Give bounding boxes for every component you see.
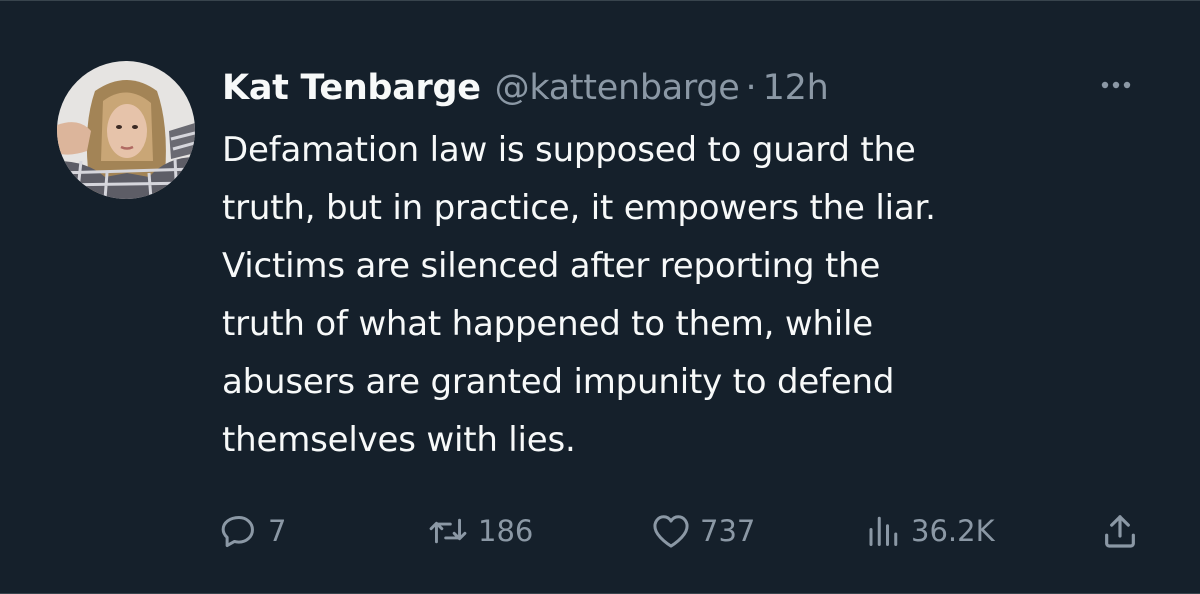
- user-handle[interactable]: @kattenbarge: [495, 63, 740, 113]
- tweet-text: Defamation law is supposed to guard the …: [222, 130, 936, 460]
- reply-button[interactable]: 7: [220, 506, 286, 556]
- tweet-actions: 7 186 737 36.2K: [220, 506, 1150, 556]
- retweet-button[interactable]: 186: [428, 506, 533, 556]
- tweet-header: Kat Tenbarge @kattenbarge · 12h: [222, 63, 829, 113]
- reply-count: 7: [268, 514, 287, 548]
- reply-icon: [220, 512, 258, 550]
- share-icon: [1100, 511, 1140, 551]
- more-horizontal-icon: [1101, 81, 1131, 89]
- display-name[interactable]: Kat Tenbarge: [222, 63, 481, 113]
- views-icon: [865, 513, 901, 549]
- timestamp[interactable]: 12h: [763, 63, 829, 113]
- like-button[interactable]: 737: [652, 506, 755, 556]
- views-count: 36.2K: [911, 514, 995, 548]
- share-button[interactable]: [1100, 506, 1140, 556]
- views-button[interactable]: 36.2K: [865, 506, 995, 556]
- avatar[interactable]: [57, 61, 195, 199]
- heart-icon: [652, 513, 690, 549]
- more-options-button[interactable]: [1094, 71, 1138, 99]
- retweet-icon: [428, 512, 468, 550]
- tweet[interactable]: Kat Tenbarge @kattenbarge · 12h Defamati…: [0, 0, 1200, 594]
- like-count: 737: [700, 514, 756, 548]
- separator-dot: ·: [745, 68, 757, 108]
- retweet-count: 186: [478, 514, 534, 548]
- avatar-image: [57, 61, 195, 199]
